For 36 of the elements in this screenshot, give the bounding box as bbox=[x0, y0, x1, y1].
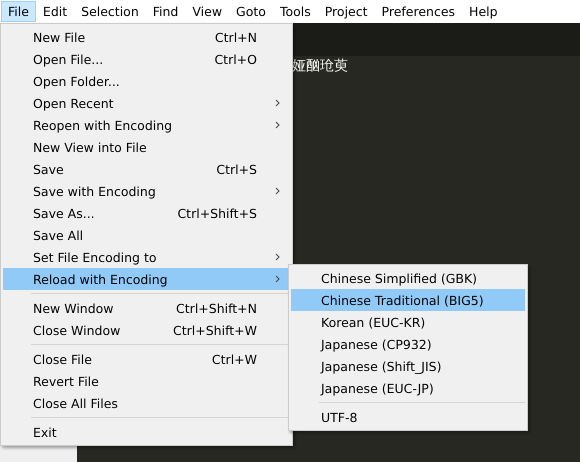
menu-item[interactable]: Korean (EUC-KR) bbox=[291, 311, 525, 333]
menu-item[interactable]: Open Recent bbox=[3, 92, 290, 114]
menu-item[interactable]: Japanese (Shift_JIS) bbox=[291, 355, 525, 377]
menu-item[interactable]: Close Window Ctrl+Shift+W bbox=[3, 319, 290, 341]
menu-bar-item[interactable]: Help bbox=[462, 1, 505, 22]
menu-item[interactable]: Save All bbox=[3, 224, 290, 246]
menu-bar-item[interactable]: Project bbox=[318, 1, 375, 22]
menu-item[interactable]: New View into File bbox=[3, 136, 290, 158]
menu-bar-item[interactable]: Edit bbox=[36, 1, 74, 22]
menu-item[interactable]: Reopen with Encoding bbox=[3, 114, 290, 136]
editor-text: 娅酗玱萸 bbox=[292, 57, 348, 75]
menu-item[interactable]: New File Ctrl+N bbox=[3, 26, 290, 48]
menu-bar-item[interactable]: Preferences bbox=[374, 1, 462, 22]
menu-item[interactable]: Reload with Encoding bbox=[3, 268, 290, 290]
menu-item[interactable]: Close All Files bbox=[3, 392, 290, 414]
menu-bar-item[interactable]: Goto bbox=[229, 1, 273, 22]
menu-item[interactable]: Chinese Simplified (GBK) bbox=[291, 267, 525, 289]
menu-item[interactable]: Japanese (CP932) bbox=[291, 333, 525, 355]
menu-item[interactable]: Japanese (EUC-JP) bbox=[291, 377, 525, 399]
menu-item[interactable]: Open Folder... bbox=[3, 70, 290, 92]
menu-item[interactable]: Set File Encoding to bbox=[3, 246, 290, 268]
menu-item[interactable]: Save with Encoding bbox=[3, 180, 290, 202]
menu-bar-item[interactable]: View bbox=[185, 1, 230, 22]
menu-item[interactable]: UTF-8 bbox=[291, 406, 525, 428]
menu-item[interactable]: Save As... Ctrl+Shift+S bbox=[3, 202, 290, 224]
menu-item[interactable]: Save Ctrl+S bbox=[3, 158, 290, 180]
menu-item[interactable]: Revert File bbox=[3, 370, 290, 392]
menu-item[interactable]: Open File... Ctrl+O bbox=[3, 48, 290, 70]
menu-bar-item[interactable]: Tools bbox=[272, 1, 318, 22]
menu-bar-item[interactable]: File bbox=[1, 1, 36, 22]
menu-item[interactable]: Chinese Traditional (BIG5) bbox=[291, 289, 525, 311]
menu-item[interactable]: New Window Ctrl+Shift+N bbox=[3, 297, 290, 319]
menu-bar-item[interactable]: Selection bbox=[74, 1, 146, 22]
menu-item[interactable]: Exit bbox=[3, 421, 290, 443]
menu-item[interactable]: Close File Ctrl+W bbox=[3, 348, 290, 370]
menu-bar-item[interactable]: Find bbox=[146, 1, 186, 22]
